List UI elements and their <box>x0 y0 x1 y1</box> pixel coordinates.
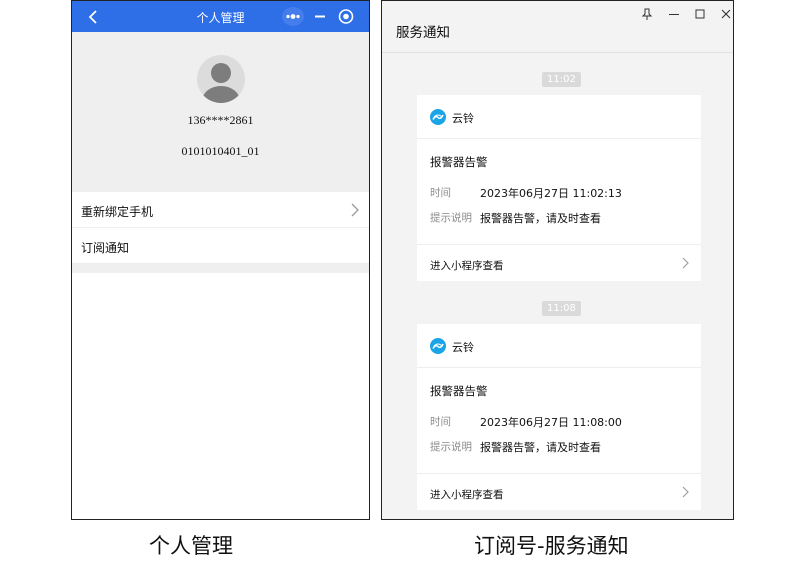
more-dots-icon[interactable] <box>279 5 305 28</box>
window-title-bar: 服务通知 <box>382 1 733 53</box>
alarm-title: 报警器告警 <box>430 384 488 398</box>
personal-management-screen: 个人管理 136****2861 0101010401_01 重新绑定手机 订阅… <box>71 0 370 520</box>
notification-card: 云铃 报警器告警 时间 2023年06月27日 11:02:13 提示说明 报警… <box>417 95 701 281</box>
menu-item-label: 订阅通知 <box>81 241 130 255</box>
menu-item-label: 重新绑定手机 <box>81 205 154 219</box>
menu-divider <box>72 264 369 273</box>
window-title: 服务通知 <box>396 25 450 41</box>
pin-icon[interactable] <box>640 7 654 21</box>
open-miniprogram-label: 进入小程序查看 <box>430 489 504 501</box>
time-label: 时间 <box>430 416 451 428</box>
chevron-right-icon <box>682 486 689 498</box>
minimize-icon[interactable] <box>667 7 681 21</box>
timestamp-chip: 11:08 <box>542 301 581 316</box>
app-name: 云铃 <box>452 341 474 354</box>
caption-personal-management: 个人管理 <box>149 534 233 558</box>
top-nav-bar: 个人管理 <box>72 1 369 32</box>
description-label: 提示说明 <box>430 212 472 224</box>
settings-menu: 重新绑定手机 订阅通知 <box>72 192 369 273</box>
description-label: 提示说明 <box>430 441 472 453</box>
timestamp-chip: 11:02 <box>542 72 581 87</box>
account-id: 0101010401_01 <box>181 144 260 158</box>
menu-item-subscribe-notice[interactable]: 订阅通知 <box>72 228 369 264</box>
chevron-right-icon <box>682 257 689 269</box>
time-value: 2023年06月27日 11:02:13 <box>480 187 622 200</box>
yunling-logo-icon <box>430 338 446 354</box>
open-miniprogram-link[interactable]: 进入小程序查看 <box>417 473 701 510</box>
time-label: 时间 <box>430 187 451 199</box>
caption-service-notification: 订阅号-服务通知 <box>474 534 629 558</box>
time-value: 2023年06月27日 11:08:00 <box>480 416 622 429</box>
notification-card: 云铃 报警器告警 时间 2023年06月27日 11:08:00 提示说明 报警… <box>417 324 701 510</box>
profile-section: 136****2861 0101010401_01 <box>72 32 369 192</box>
menu-item-rebind-phone[interactable]: 重新绑定手机 <box>72 192 369 228</box>
open-miniprogram-label: 进入小程序查看 <box>430 260 504 272</box>
maximize-icon[interactable] <box>693 7 707 21</box>
yunling-logo-icon <box>430 109 446 125</box>
capsule-menu <box>279 5 361 28</box>
card-header: 云铃 <box>417 95 701 139</box>
alarm-title: 报警器告警 <box>430 155 488 169</box>
app-name: 云铃 <box>452 112 474 125</box>
chevron-right-icon <box>351 203 359 217</box>
user-avatar-icon <box>197 55 245 103</box>
close-icon[interactable] <box>719 7 733 21</box>
service-notification-window: 服务通知 11:02 云铃 报警器告警 时间 2023年06月27日 11:02… <box>381 0 734 520</box>
minimize-icon[interactable] <box>307 5 333 28</box>
open-miniprogram-link[interactable]: 进入小程序查看 <box>417 244 701 281</box>
phone-number: 136****2861 <box>187 113 254 127</box>
description-value: 报警器告警，请及时查看 <box>480 212 601 225</box>
description-value: 报警器告警，请及时查看 <box>480 441 601 454</box>
close-circle-icon[interactable] <box>333 5 359 28</box>
card-header: 云铃 <box>417 324 701 368</box>
